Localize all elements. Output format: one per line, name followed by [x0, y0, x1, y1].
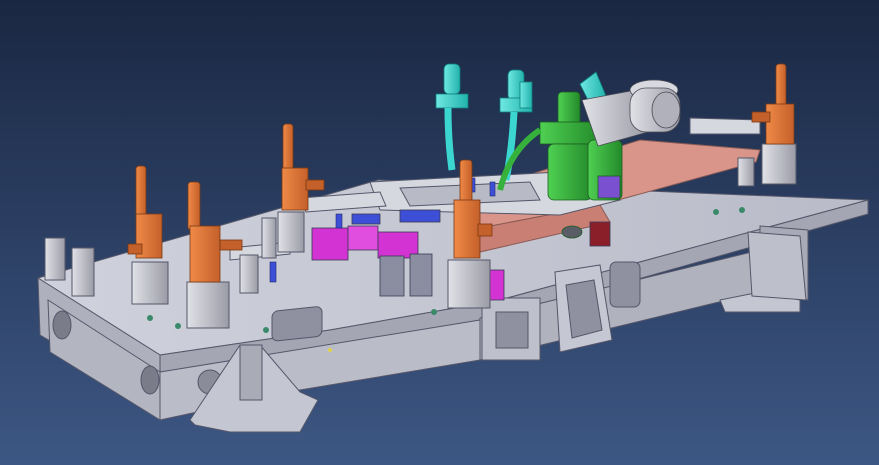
pillar-9	[761, 143, 797, 185]
pillar-5	[239, 254, 259, 294]
torch-1	[435, 63, 469, 171]
robot-flange	[597, 175, 621, 199]
torch-2	[499, 69, 533, 181]
frame-hole-1	[52, 310, 72, 340]
pillar-10	[737, 157, 755, 187]
blue-part-1	[399, 209, 441, 223]
dark-post-1	[379, 255, 405, 297]
pillar-8	[447, 259, 491, 309]
robot-shoulder-cap	[651, 91, 681, 129]
clamp-1	[127, 165, 163, 259]
pillar-7	[277, 211, 305, 253]
blue-part-2	[351, 213, 381, 225]
welding-fixture-3d-model	[36, 63, 869, 433]
frame-hole-2	[140, 365, 160, 395]
cad-viewport	[0, 0, 879, 465]
magenta-block-2	[347, 225, 379, 251]
magenta-block-1	[311, 227, 349, 261]
robot-tool-tip	[561, 225, 583, 239]
pillar-2	[71, 247, 95, 297]
pillar-6	[261, 217, 277, 259]
pillar-4	[186, 281, 230, 329]
robot-wrist	[547, 143, 593, 201]
pillar-1	[44, 237, 66, 281]
dark-post-2	[409, 253, 433, 297]
magenta-block-4	[489, 269, 505, 301]
frame-slot-2	[609, 261, 641, 308]
dark-red-block	[589, 221, 611, 247]
pillar-3	[131, 261, 169, 305]
frame-slot-1	[271, 306, 323, 342]
